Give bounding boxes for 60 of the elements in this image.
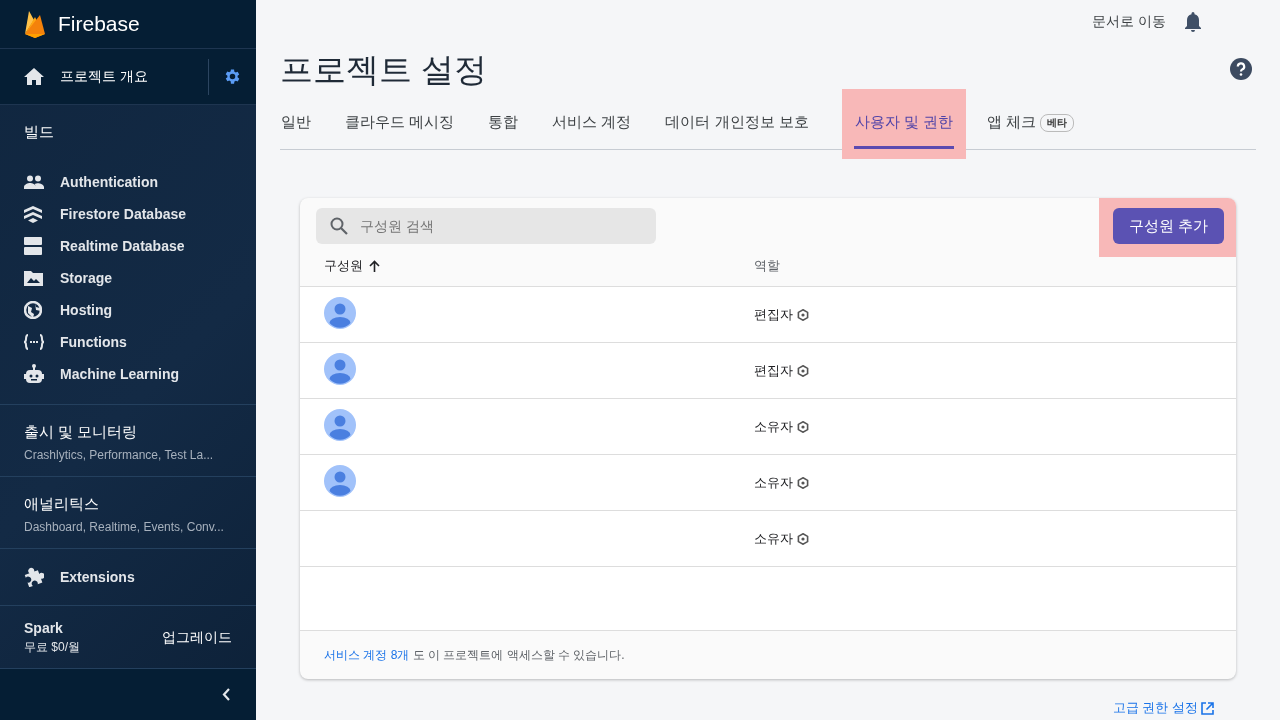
people-icon — [24, 175, 44, 189]
role-options-icon[interactable] — [797, 420, 809, 433]
puzzle-icon — [24, 567, 44, 587]
role-label: 편집자 — [754, 361, 793, 380]
tab[interactable]: 사용자 및 권한 — [853, 93, 955, 149]
tab[interactable]: 일반 — [280, 93, 312, 149]
flame-logo — [24, 10, 46, 38]
tab[interactable]: 클라우드 메시징 — [344, 93, 456, 149]
nav-item[interactable]: Firestore Database — [0, 198, 256, 230]
role-options-icon[interactable] — [797, 476, 809, 489]
role-label: 소유자 — [754, 473, 793, 492]
role-label: 편집자 — [754, 305, 793, 324]
tab[interactable]: 서비스 계정 — [551, 93, 633, 149]
nav-item[interactable]: Extensions — [0, 561, 256, 593]
nav-item[interactable]: Authentication — [0, 166, 256, 198]
settings-icon[interactable] — [223, 67, 242, 86]
page-title: 프로젝트 설정 — [280, 50, 488, 90]
section-subtitle: Crashlytics, Performance, Test La... — [24, 448, 215, 462]
column-header[interactable]: 역할 — [754, 257, 1236, 275]
tab[interactable]: 통합 — [487, 93, 520, 149]
advanced-permissions-link[interactable]: 고급 권한 설정 — [1112, 699, 1198, 717]
home-icon — [24, 68, 44, 85]
help-icon[interactable] — [1230, 57, 1252, 80]
section-heading: 출시 및 모니터링 — [24, 423, 139, 442]
plan-price: 무료 $0/월 — [24, 639, 80, 656]
section-subtitle: Dashboard, Realtime, Events, Conv... — [24, 520, 225, 534]
notification-bell-icon[interactable] — [1184, 12, 1202, 32]
plan-name: Spark — [24, 620, 64, 636]
tab[interactable]: 데이터 개인정보 보호 — [664, 93, 810, 149]
layers-icon — [24, 205, 42, 223]
globe-icon — [24, 301, 42, 319]
role-label: 소유자 — [754, 529, 793, 548]
docs-link[interactable]: 문서로 이동 — [1092, 13, 1166, 31]
role-label: 소유자 — [754, 417, 793, 436]
footer-note: 서비스 계정 8개 도 이 프로젝트에 액세스할 수 있습니다. — [324, 646, 625, 664]
section-heading: 빌드 — [23, 123, 55, 142]
server-icon — [24, 237, 42, 255]
column-header[interactable]: 구성원 — [324, 257, 754, 275]
nav-item[interactable]: Machine Learning — [0, 358, 256, 390]
nav-item[interactable]: Hosting — [0, 294, 256, 326]
tab[interactable]: 앱 체크 베타 — [986, 93, 1076, 149]
app-name: Firebase — [58, 12, 140, 36]
add-member-button[interactable]: 구성원 추가 — [1112, 208, 1224, 244]
project-overview-link[interactable]: 프로젝트 개요 — [60, 67, 148, 86]
role-options-icon[interactable] — [797, 308, 809, 321]
section-heading: 애널리틱스 — [24, 495, 100, 514]
upgrade-button[interactable]: 업그레이드 — [162, 625, 232, 651]
beta-badge: 베타 — [1040, 113, 1075, 132]
role-options-icon[interactable] — [797, 532, 809, 545]
nav-item[interactable]: Functions — [0, 326, 256, 358]
collapse-chevron-icon[interactable] — [222, 688, 230, 701]
service-accounts-link[interactable]: 서비스 계정 8개 — [324, 647, 410, 662]
external-link-icon[interactable] — [1201, 701, 1214, 715]
role-options-icon[interactable] — [797, 364, 809, 377]
search-field[interactable]: 구성원 검색 — [316, 208, 656, 244]
code-braces-icon — [24, 334, 44, 350]
image-folder-icon — [24, 270, 43, 286]
nav-item[interactable]: Realtime Database — [0, 230, 256, 262]
robot-icon — [24, 364, 44, 384]
nav-item[interactable]: Storage — [0, 262, 256, 294]
